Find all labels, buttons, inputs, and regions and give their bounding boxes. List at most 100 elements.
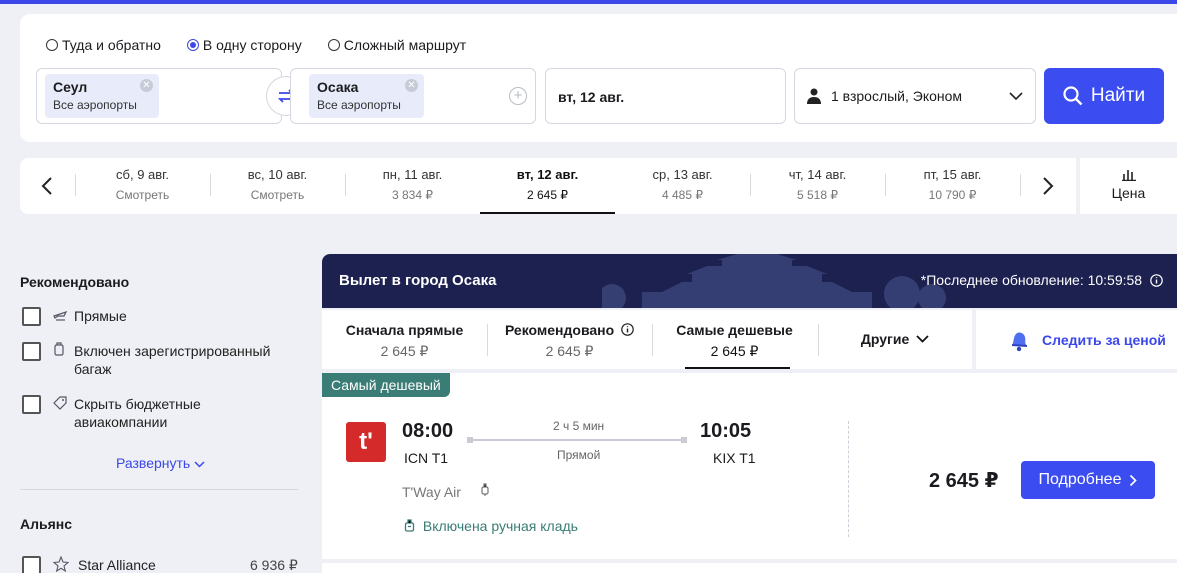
star-alliance-icon: [53, 556, 69, 572]
alliance-heading: Альянс: [20, 516, 73, 532]
date-option-price: Смотреть: [250, 188, 305, 202]
expand-label: Развернуть: [116, 455, 191, 471]
star-alliance-label: Star Alliance: [78, 557, 156, 573]
date-strip: сб, 9 авг. Смотреть вс, 10 авг. Смотреть п…: [20, 158, 1076, 214]
details-button[interactable]: Подробнее: [1021, 461, 1155, 499]
bar-chart-icon: [1121, 170, 1136, 182]
carry-on-icon: [404, 519, 415, 532]
sort-price: 2 645 ₽: [380, 343, 429, 359]
trip-type-label: В одну сторону: [202, 37, 302, 53]
sort-price: 2 645 ₽: [710, 343, 759, 359]
date-option-date: сб, 9 авг.: [116, 167, 169, 182]
luggage-icon: [54, 342, 64, 356]
next-dates-button[interactable]: [1021, 158, 1075, 214]
search-panel: Туда и обратно В одну сторону Сложный ма…: [20, 14, 1177, 142]
prev-dates-button[interactable]: [20, 158, 74, 214]
filter-baggage-checkbox[interactable]: [22, 342, 41, 361]
info-icon: [621, 323, 634, 336]
trip-type-label: Туда и обратно: [62, 37, 161, 53]
filter-direct-label: Прямые: [74, 308, 127, 324]
price-chart-label: Цена: [1111, 185, 1146, 201]
info-icon[interactable]: [1150, 274, 1163, 287]
date-option-date: пн, 11 авг.: [382, 167, 443, 182]
carry-on-text: Включена ручная кладь: [422, 518, 578, 534]
divider: [848, 421, 849, 537]
search-icon: [1063, 86, 1083, 106]
sort-cheapest[interactable]: Самые дешевые 2 645 ₽: [652, 310, 817, 369]
filter-budget-checkbox[interactable]: [22, 395, 41, 414]
date-option[interactable]: вс, 10 авг. Смотреть: [210, 158, 345, 214]
find-button-label: Найти: [1090, 85, 1146, 106]
origin-chip[interactable]: Сеул Все аэропорты ✕: [45, 74, 159, 118]
sort-label: Сначала прямые: [345, 322, 464, 338]
trip-type-roundtrip[interactable]: Туда и обратно: [46, 37, 161, 53]
expand-filters-link[interactable]: Развернуть: [116, 455, 205, 471]
plus-icon[interactable]: +: [509, 87, 527, 105]
airline-name: T'Way Air: [402, 484, 461, 500]
date-option-price: 2 645 ₽: [527, 188, 568, 202]
origin-airports: Все аэропорты: [53, 98, 137, 112]
passengers-value: 1 взрослый, Эконом: [831, 88, 963, 104]
passengers-field[interactable]: 1 взрослый, Эконом: [794, 68, 1036, 124]
carry-on-info: Включена ручная кладь: [404, 518, 578, 534]
date-option-price: 10 790 ₽: [928, 188, 977, 202]
clear-destination-icon[interactable]: ✕: [405, 79, 418, 92]
sort-price: 2 645 ₽: [545, 343, 594, 359]
find-button[interactable]: Найти: [1044, 68, 1164, 124]
star-alliance-price: 6 936 ₽: [250, 557, 298, 573]
date-option-date: пт, 15 авг.: [923, 167, 982, 182]
filter-star-alliance-checkbox[interactable]: [22, 556, 41, 573]
date-field[interactable]: вт, 12 авг.: [545, 68, 786, 124]
results-banner: Вылет в город Осака *Последнее обновлени…: [322, 254, 1177, 308]
radio-icon: [327, 39, 340, 51]
chevron-down-icon: [194, 461, 205, 468]
person-icon: [807, 88, 821, 104]
date-option-date: ср, 13 авг.: [652, 167, 713, 182]
date-option-selected[interactable]: вт, 12 авг. 2 645 ₽: [480, 158, 615, 214]
chevron-right-icon: [1130, 474, 1138, 486]
date-options: сб, 9 авг. Смотреть вс, 10 авг. Смотреть п…: [75, 158, 1075, 214]
date-option-date: вс, 10 авг.: [247, 167, 308, 182]
destination-field[interactable]: Осака Все аэропорты ✕ +: [290, 68, 536, 124]
track-price-label: Следить за ценой: [1042, 331, 1166, 348]
price-chart-button[interactable]: Цена: [1080, 158, 1177, 214]
date-option-price: 3 834 ₽: [392, 188, 433, 202]
airline-logo: t': [346, 422, 386, 462]
flight-card[interactable]: Самый дешевый t' 08:00 ICN T1 2 ч 5 мин …: [322, 373, 1177, 559]
filter-direct-checkbox[interactable]: [22, 307, 41, 326]
last-updated-text: *Последнее обновление: 10:59:58: [920, 272, 1143, 288]
sort-label-text: Рекомендовано: [504, 322, 615, 338]
chevron-down-icon: [916, 335, 929, 343]
destination-airports: Все аэропорты: [317, 98, 401, 112]
radio-checked-icon: [186, 39, 199, 51]
date-option[interactable]: пн, 11 авг. 3 834 ₽: [345, 158, 480, 214]
chevron-right-icon: [1043, 177, 1054, 195]
destination-city: Осака: [317, 79, 359, 95]
trip-type-multicity[interactable]: Сложный маршрут: [327, 37, 466, 53]
details-label: Подробнее: [1038, 471, 1122, 488]
top-accent-bar: [0, 0, 1177, 4]
cheapest-badge: Самый дешевый: [322, 373, 450, 397]
track-price-button[interactable]: Следить за ценой: [976, 310, 1177, 369]
date-option[interactable]: сб, 9 авг. Смотреть: [75, 158, 210, 214]
sort-recommended[interactable]: Рекомендовано 2 645 ₽: [487, 310, 652, 369]
trip-type-oneway[interactable]: В одну сторону: [186, 37, 302, 53]
bell-icon: [1011, 332, 1028, 351]
destination-chip[interactable]: Осака Все аэропорты ✕: [309, 74, 424, 118]
origin-field[interactable]: Сеул Все аэропорты ✕: [36, 68, 282, 124]
sort-tabs: Сначала прямые 2 645 ₽ Рекомендовано 2 6…: [322, 310, 972, 369]
recommended-heading: Рекомендовано: [20, 274, 130, 290]
date-option-date: чт, 14 авг.: [788, 167, 847, 182]
sort-direct-first[interactable]: Сначала прямые 2 645 ₽: [322, 310, 487, 369]
depart-airport: ICN T1: [404, 450, 449, 466]
tag-icon: [53, 396, 67, 410]
sort-other[interactable]: Другие: [818, 310, 972, 369]
clear-origin-icon[interactable]: ✕: [140, 79, 153, 92]
date-option[interactable]: ср, 13 авг. 4 485 ₽: [615, 158, 750, 214]
sort-label: Другие: [818, 331, 972, 347]
last-updated: *Последнее обновление: 10:59:58: [921, 272, 1163, 288]
sort-label-text: Другие: [860, 331, 910, 347]
date-option[interactable]: пт, 15 авг. 10 790 ₽: [885, 158, 1020, 214]
date-option[interactable]: чт, 14 авг. 5 518 ₽: [750, 158, 885, 214]
trip-type-group: Туда и обратно В одну сторону Сложный ма…: [46, 37, 466, 53]
